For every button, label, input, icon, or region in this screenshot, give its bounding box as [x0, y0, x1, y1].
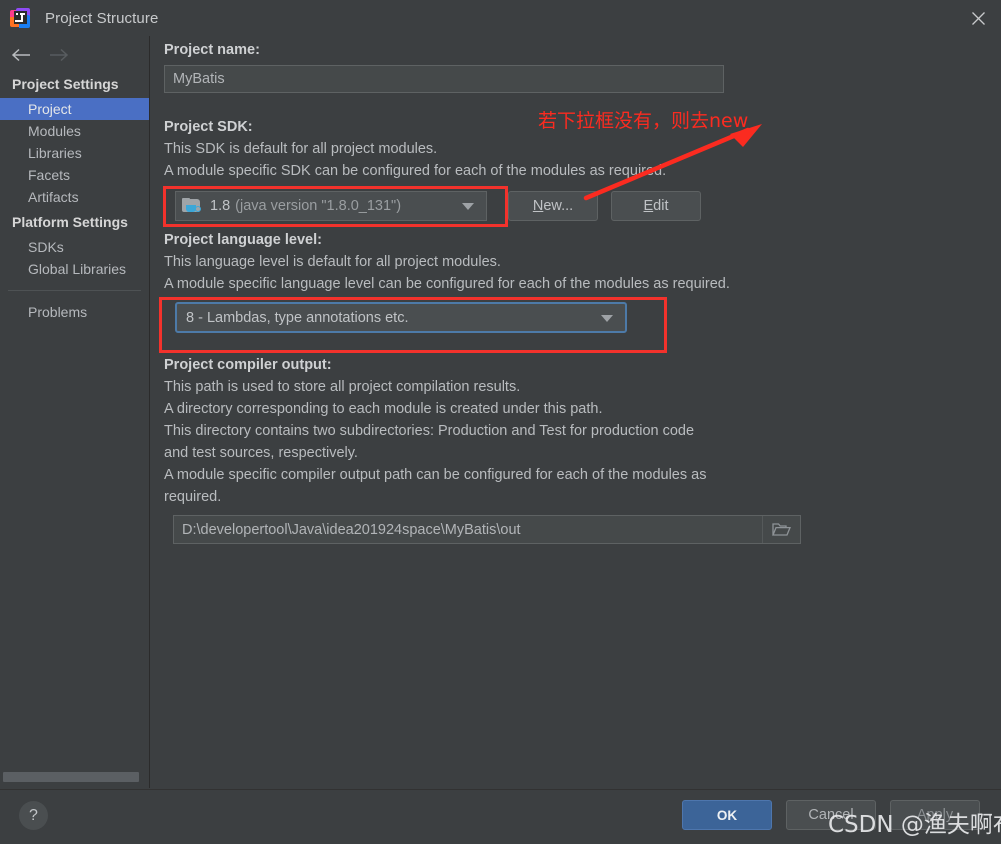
intellij-idea-icon	[10, 8, 30, 28]
arrow-left-icon[interactable]	[10, 48, 32, 62]
project-settings-panel: Project name: MyBatis Project SDK: This …	[151, 36, 1001, 788]
sidebar-item-global-libraries[interactable]: Global Libraries	[0, 258, 149, 280]
sidebar-group-project-settings: Project Settings	[12, 76, 119, 92]
language-level-desc-line1: This language level is default for all p…	[164, 254, 501, 270]
arrow-right-icon[interactable]	[48, 48, 70, 62]
chevron-down-icon	[601, 314, 613, 322]
language-level-desc-line2: A module specific language level can be …	[164, 276, 730, 292]
annotation-text: 若下拉框没有，则去new	[538, 110, 749, 132]
edit-sdk-button[interactable]: Edit	[611, 191, 701, 221]
settings-sidebar: Project Settings Project Modules Librari…	[0, 36, 150, 788]
language-level-value: 8 - Lambdas, type annotations etc.	[186, 309, 409, 326]
ok-button[interactable]: OK	[682, 800, 772, 830]
project-sdk-version-detail: (java version "1.8.0_131")	[235, 198, 402, 214]
language-level-dropdown[interactable]: 8 - Lambdas, type annotations etc.	[175, 302, 627, 333]
project-sdk-desc-line2: A module specific SDK can be configured …	[164, 163, 667, 179]
new-button-mnemonic: N	[532, 198, 544, 214]
project-name-input[interactable]: MyBatis	[164, 65, 724, 93]
java-sdk-folder-icon	[182, 198, 202, 214]
chevron-down-icon	[462, 203, 474, 210]
new-button-label-rest: ew...	[543, 198, 574, 214]
sidebar-item-modules[interactable]: Modules	[0, 120, 149, 142]
sidebar-item-libraries[interactable]: Libraries	[0, 142, 149, 164]
compiler-output-label: Project compiler output:	[164, 357, 332, 373]
compiler-output-desc-line1: This path is used to store all project c…	[164, 379, 521, 395]
apply-button[interactable]: Apply	[890, 800, 980, 830]
compiler-output-path-value: D:\developertool\Java\idea201924space\My…	[182, 521, 521, 538]
sidebar-item-problems[interactable]: Problems	[0, 301, 149, 323]
sidebar-item-artifacts[interactable]: Artifacts	[0, 186, 149, 208]
sidebar-item-facets[interactable]: Facets	[0, 164, 149, 186]
sidebar-item-sdks[interactable]: SDKs	[0, 236, 149, 258]
sidebar-item-project[interactable]: Project	[0, 98, 149, 120]
compiler-output-desc-line4: and test sources, respectively.	[164, 445, 358, 461]
cancel-button[interactable]: Cancel	[786, 800, 876, 830]
sidebar-divider	[8, 290, 141, 291]
edit-button-mnemonic: E	[643, 198, 654, 214]
scrollbar-thumb[interactable]	[3, 772, 139, 782]
sidebar-horizontal-scrollbar[interactable]	[0, 770, 148, 784]
sidebar-group-platform-settings: Platform Settings	[12, 214, 128, 230]
project-sdk-desc-line1: This SDK is default for all project modu…	[164, 141, 438, 157]
title-bar: Project Structure	[0, 0, 1001, 36]
compiler-output-desc-line2: A directory corresponding to each module…	[164, 401, 603, 417]
project-name-value: MyBatis	[173, 71, 225, 87]
help-button[interactable]: ?	[19, 801, 48, 830]
project-sdk-value: 1.8	[210, 198, 231, 214]
compiler-output-path-input[interactable]: D:\developertool\Java\idea201924space\My…	[173, 515, 801, 544]
compiler-output-desc-line5: A module specific compiler output path c…	[164, 467, 707, 483]
project-sdk-dropdown[interactable]: 1.8 (java version "1.8.0_131")	[175, 191, 487, 221]
folder-browse-icon[interactable]	[762, 516, 800, 543]
new-sdk-button[interactable]: New...	[508, 191, 598, 221]
navigation-arrows	[0, 40, 149, 70]
edit-button-label-rest: dit	[653, 198, 669, 214]
close-icon[interactable]	[955, 0, 1001, 36]
compiler-output-desc-line3: This directory contains two subdirectori…	[164, 423, 695, 439]
project-name-label: Project name:	[164, 42, 260, 58]
compiler-output-desc-line6: required.	[164, 489, 222, 505]
language-level-label: Project language level:	[164, 232, 322, 248]
project-sdk-label: Project SDK:	[164, 119, 253, 135]
window-title: Project Structure	[45, 9, 159, 27]
